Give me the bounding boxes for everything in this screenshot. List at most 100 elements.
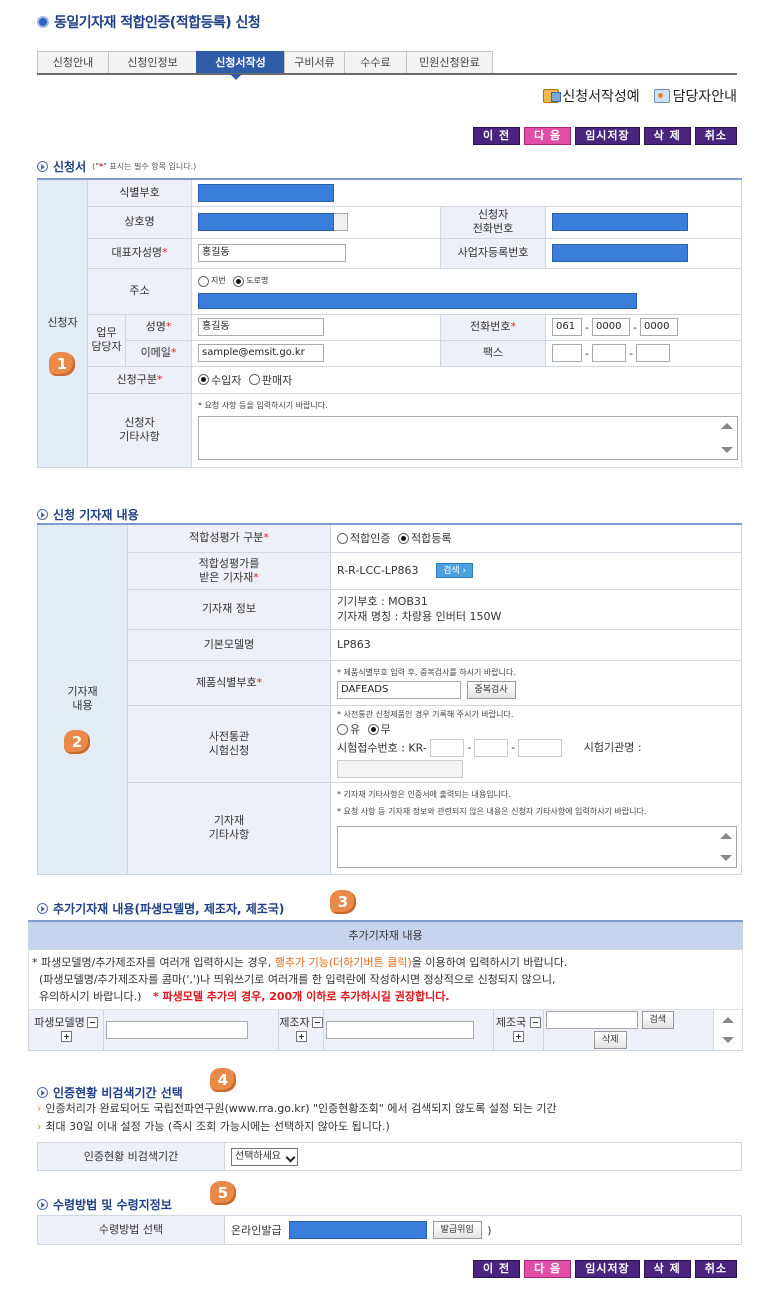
product-id-input[interactable]: DAFEADS — [337, 680, 461, 699]
tel-part-3[interactable]: 0000 — [639, 318, 678, 336]
importer-label: 수입자 — [211, 373, 242, 387]
equip-memo-hint-1: * 기자재 기타사항은 인증서에 출력되는 내용입니다. — [337, 789, 511, 799]
eval-cert-radio[interactable] — [337, 532, 348, 544]
receive-section-title: 수령방법 및 수령지정보 — [53, 1198, 172, 1212]
receive-table: 수령방법 선택 온라인발급 발급위임 ) — [37, 1215, 742, 1245]
tab-documents[interactable]: 구비서류 — [284, 51, 345, 73]
product-id-hint: * 제품식별부호 입력 후, 중복검사를 하시기 바랍니다. — [337, 667, 516, 677]
temp-save-button[interactable]: 임시저장 — [575, 127, 640, 145]
extra-delete-button[interactable]: 삭제 — [594, 1030, 627, 1049]
eval-reg-radio[interactable] — [397, 532, 409, 544]
cancel-button[interactable]: 취소 — [694, 127, 737, 145]
seller-label: 판매자 — [261, 373, 293, 387]
step-badge-3: 3 — [330, 890, 356, 914]
customs-label: 사전통관 시험신청 — [127, 704, 331, 783]
equip-memo-textarea[interactable] — [337, 825, 737, 868]
fax-part-1[interactable] — [552, 344, 583, 362]
extra-scrollbar[interactable] — [712, 1008, 744, 1051]
base-model-label: 기본모델명 — [127, 628, 331, 661]
test-no-part-1[interactable] — [430, 738, 465, 757]
address-label: 주소 — [86, 267, 193, 315]
tel-part-2[interactable]: 0000 — [592, 318, 630, 336]
addr-jibun-label: 지번 — [211, 276, 226, 285]
equip-code: 기기부호 : MOB31 — [337, 595, 428, 608]
equip-search-button[interactable]: 검색 › — [436, 563, 474, 578]
delete-button[interactable]: 삭 제 — [643, 127, 691, 145]
model-plus-icon[interactable] — [60, 1031, 72, 1042]
receive-closing-paren: ) — [487, 1223, 492, 1237]
cancel-button[interactable]: 취소 — [694, 1260, 737, 1278]
scroll-up-icon[interactable] — [721, 423, 734, 429]
extra-section-head: 추가기자재 내용(파생모델명, 제조자, 제조국) — [37, 900, 284, 917]
receive-section-head: 수령방법 및 수령지정보 — [37, 1196, 172, 1213]
seller-radio[interactable] — [248, 374, 260, 385]
contact-group-label: 업무 담당자 — [87, 313, 126, 367]
bizno-field — [552, 244, 689, 262]
country-plus-icon[interactable] — [513, 1031, 524, 1042]
next-button[interactable]: 다 음 — [524, 1260, 572, 1278]
tab-guide[interactable]: 신청안내 — [37, 51, 109, 73]
scroll-down-icon[interactable] — [722, 1036, 735, 1043]
derived-model-input[interactable] — [106, 1020, 248, 1039]
tel-part-1[interactable]: 061 — [552, 318, 583, 336]
privacy-period-select[interactable]: 선택하세요 — [231, 1147, 298, 1166]
privacy-table: 인증현황 비검색기간 선택하세요 — [37, 1142, 742, 1171]
rep-name-input[interactable]: 홍길동 — [198, 244, 347, 262]
tab-application-form[interactable]: 신청서작성 — [196, 51, 285, 73]
tab-fee[interactable]: 수수료 — [344, 51, 407, 73]
help-links: 신청서작성예 담당자안내 — [529, 86, 737, 106]
id-number-label: 식별부호 — [86, 178, 193, 207]
extra-section-title: 추가기자재 내용(파생모델명, 제조자, 제조국) — [53, 902, 285, 916]
applicant-memo-textarea[interactable] — [198, 416, 739, 460]
receive-method-label: 수령방법 선택 — [37, 1215, 225, 1245]
rep-name-label: 대표자성명* — [86, 237, 193, 269]
model-minus-icon[interactable] — [86, 1017, 98, 1028]
lab-name-label: 시험기관명 : — [583, 741, 642, 755]
example-link[interactable]: 신청서작성예 — [543, 86, 640, 106]
active-tab-arrow-icon — [230, 74, 242, 80]
customs-no-radio[interactable] — [367, 723, 379, 735]
contact-email-input[interactable]: sample@emsit.go.kr — [198, 344, 325, 362]
required-note: ("*" 표시는 필수 항목 입니다.) — [92, 162, 197, 171]
country-minus-icon[interactable] — [530, 1017, 542, 1028]
privacy-section-title: 인증현황 비검색기간 선택 — [53, 1086, 183, 1100]
customs-yes-radio[interactable] — [337, 723, 348, 735]
scroll-up-icon[interactable] — [722, 1016, 735, 1023]
action-bar-top: 이 전 다 음 임시저장 삭 제 취소 — [469, 127, 737, 145]
test-no-part-3[interactable] — [518, 738, 563, 757]
delete-button[interactable]: 삭 제 — [643, 1260, 691, 1278]
maker-input[interactable] — [326, 1020, 474, 1039]
prev-button[interactable]: 이 전 — [473, 127, 521, 145]
fax-part-2[interactable] — [592, 344, 626, 362]
test-no-label: 시험접수번호 : KR- — [337, 741, 427, 755]
temp-save-button[interactable]: 임시저장 — [575, 1260, 640, 1278]
dup-check-button[interactable]: 중복검사 — [466, 680, 516, 699]
tab-applicant-info[interactable]: 신청인정보 — [108, 51, 197, 73]
issue-delegate-button[interactable]: 발급위임 — [432, 1221, 482, 1239]
scroll-down-icon[interactable] — [720, 854, 732, 861]
addr-road-radio[interactable] — [233, 275, 245, 287]
base-equip-value: R-R-LCC-LP863 — [337, 564, 419, 577]
importer-radio[interactable] — [198, 374, 210, 385]
customs-no-label: 무 — [380, 722, 391, 736]
fax-part-3[interactable] — [635, 344, 670, 362]
id-number-field — [198, 183, 335, 202]
next-button[interactable]: 다 음 — [524, 127, 572, 145]
addr-jibun-radio[interactable] — [198, 275, 210, 287]
country-input[interactable] — [546, 1010, 638, 1029]
maker-minus-icon[interactable] — [311, 1017, 323, 1028]
tab-complete[interactable]: 민원신청완료 — [406, 51, 493, 73]
maker-plus-icon[interactable] — [295, 1031, 307, 1042]
bizno-label: 사업자등록번호 — [440, 237, 547, 269]
prev-button[interactable]: 이 전 — [473, 1260, 521, 1278]
derived-model-label-cell: 파생모델명 — [28, 1008, 104, 1051]
applicant-table: 신청자 1 식별부호 상호명 신청자 전화번호 대표자성명* 홍길동 사업자등록번… — [37, 178, 743, 468]
applicant-section-title: 신청서 — [53, 160, 87, 174]
scroll-up-icon[interactable] — [720, 832, 732, 839]
contact-name-input[interactable]: 홍길동 — [198, 318, 325, 336]
scroll-down-icon[interactable] — [721, 447, 734, 453]
test-no-part-2[interactable] — [474, 738, 509, 757]
contact-link[interactable]: 담당자안내 — [653, 86, 737, 106]
lab-name-input[interactable] — [337, 759, 463, 778]
country-search-button[interactable]: 검색 — [641, 1010, 675, 1029]
